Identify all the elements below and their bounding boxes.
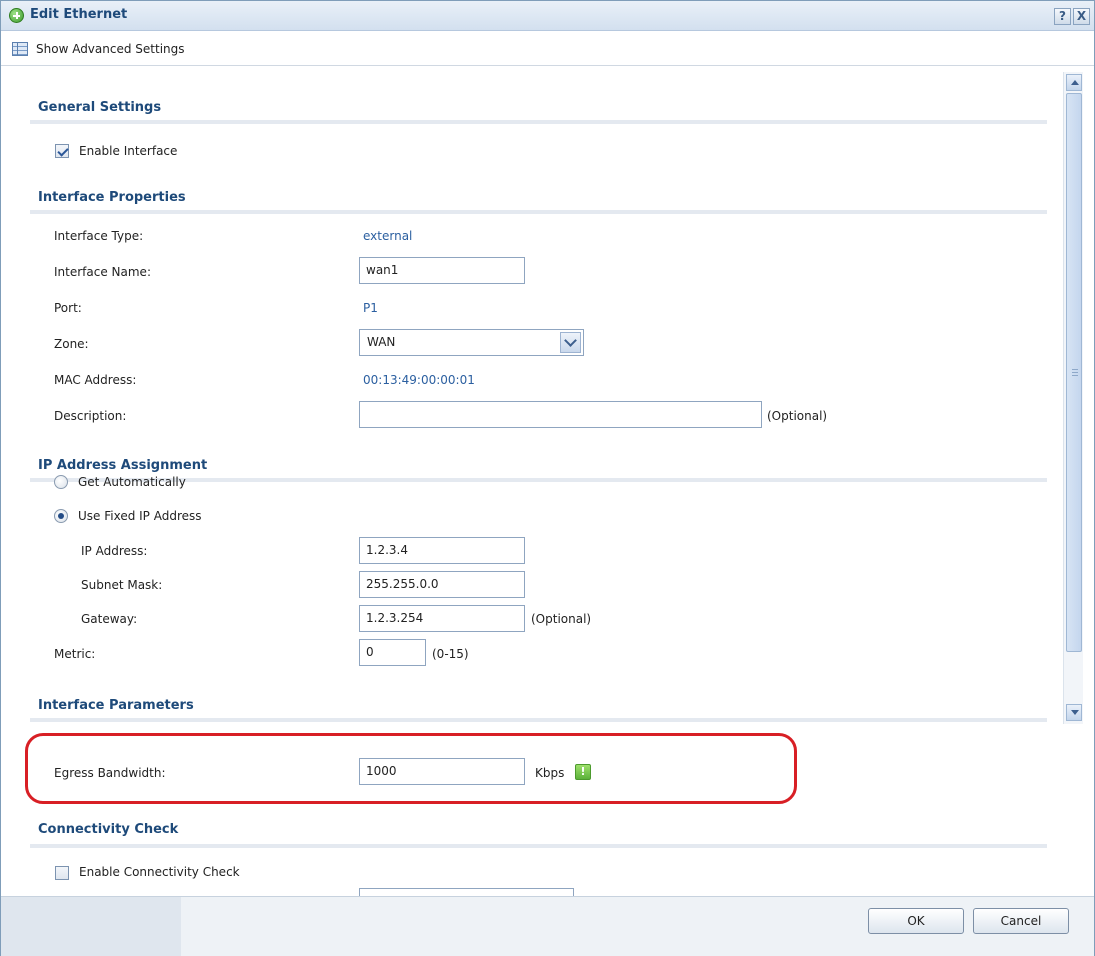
- help-button[interactable]: ?: [1054, 8, 1071, 25]
- add-circle-icon: [9, 8, 24, 23]
- enable-interface-checkbox[interactable]: [55, 144, 69, 158]
- settings-content: General Settings Enable Interface Interf…: [1, 67, 1061, 723]
- egress-bandwidth-input[interactable]: 1000: [359, 758, 525, 785]
- egress-bandwidth-unit: Kbps: [535, 766, 565, 780]
- section-title-interface-parameters: Interface Parameters: [38, 698, 194, 713]
- section-title-ip-assignment: IP Address Assignment: [38, 458, 208, 473]
- interface-name-input[interactable]: wan1: [359, 257, 525, 284]
- zone-select-value: WAN: [367, 335, 396, 349]
- use-fixed-ip-label: Use Fixed IP Address: [78, 509, 202, 523]
- cancel-button[interactable]: Cancel: [973, 908, 1069, 934]
- dialog-title: Edit Ethernet: [30, 7, 128, 22]
- scroll-up-icon[interactable]: [1066, 74, 1082, 91]
- dialog-footer: OK Cancel: [1, 896, 1094, 956]
- gateway-input[interactable]: 1.2.3.254: [359, 605, 525, 632]
- title-bar: Edit Ethernet ? X: [1, 1, 1094, 31]
- interface-type-value: external: [363, 229, 413, 243]
- interface-type-label: Interface Type:: [54, 229, 144, 243]
- section-title-connectivity-check: Connectivity Check: [38, 822, 179, 837]
- grip-icon: [1072, 369, 1078, 377]
- chevron-down-icon[interactable]: [560, 332, 581, 353]
- scroll-down-icon[interactable]: [1066, 704, 1082, 721]
- vertical-scrollbar[interactable]: [1063, 72, 1083, 724]
- info-icon[interactable]: !: [575, 764, 591, 780]
- section-divider: [30, 718, 1047, 722]
- ip-address-input[interactable]: 1.2.3.4: [359, 537, 525, 564]
- metric-input[interactable]: 0: [359, 639, 426, 666]
- section-title-general: General Settings: [38, 100, 162, 115]
- port-value: P1: [363, 301, 378, 315]
- gateway-label: Gateway:: [81, 612, 138, 626]
- mac-address-value: 00:13:49:00:00:01: [363, 373, 475, 387]
- enable-connectivity-check-checkbox[interactable]: [55, 866, 69, 880]
- scroll-thumb[interactable]: [1066, 93, 1082, 652]
- description-optional-hint: (Optional): [767, 409, 828, 423]
- section-divider: [30, 210, 1047, 214]
- edit-ethernet-dialog: Edit Ethernet ? X Show Advanced Settings…: [0, 0, 1095, 956]
- get-automatically-label: Get Automatically: [78, 475, 186, 489]
- section-title-interface-properties: Interface Properties: [38, 190, 186, 205]
- zone-label: Zone:: [54, 337, 89, 351]
- toolbar: Show Advanced Settings: [1, 32, 1094, 66]
- get-automatically-radio[interactable]: [54, 475, 68, 489]
- enable-connectivity-check-label: Enable Connectivity Check: [79, 865, 240, 879]
- metric-range-hint: (0-15): [432, 647, 469, 661]
- description-label: Description:: [54, 409, 127, 423]
- interface-name-label: Interface Name:: [54, 265, 151, 279]
- mac-address-label: MAC Address:: [54, 373, 137, 387]
- description-input[interactable]: [359, 401, 762, 428]
- use-fixed-ip-radio[interactable]: [54, 509, 68, 523]
- egress-bandwidth-label: Egress Bandwidth:: [54, 766, 166, 780]
- subnet-mask-input[interactable]: 255.255.0.0: [359, 571, 525, 598]
- section-divider: [30, 844, 1047, 848]
- port-label: Port:: [54, 301, 82, 315]
- section-divider: [30, 120, 1047, 124]
- connectivity-select-partial[interactable]: [359, 888, 574, 896]
- ip-address-label: IP Address:: [81, 544, 148, 558]
- gateway-optional-hint: (Optional): [531, 612, 592, 626]
- show-advanced-settings-link[interactable]: Show Advanced Settings: [36, 42, 185, 56]
- ok-button[interactable]: OK: [868, 908, 964, 934]
- close-button[interactable]: X: [1073, 8, 1090, 25]
- metric-label: Metric:: [54, 647, 96, 661]
- enable-interface-label: Enable Interface: [79, 144, 178, 158]
- table-icon[interactable]: [12, 42, 28, 56]
- zone-select[interactable]: WAN: [359, 329, 584, 356]
- subnet-mask-label: Subnet Mask:: [81, 578, 163, 592]
